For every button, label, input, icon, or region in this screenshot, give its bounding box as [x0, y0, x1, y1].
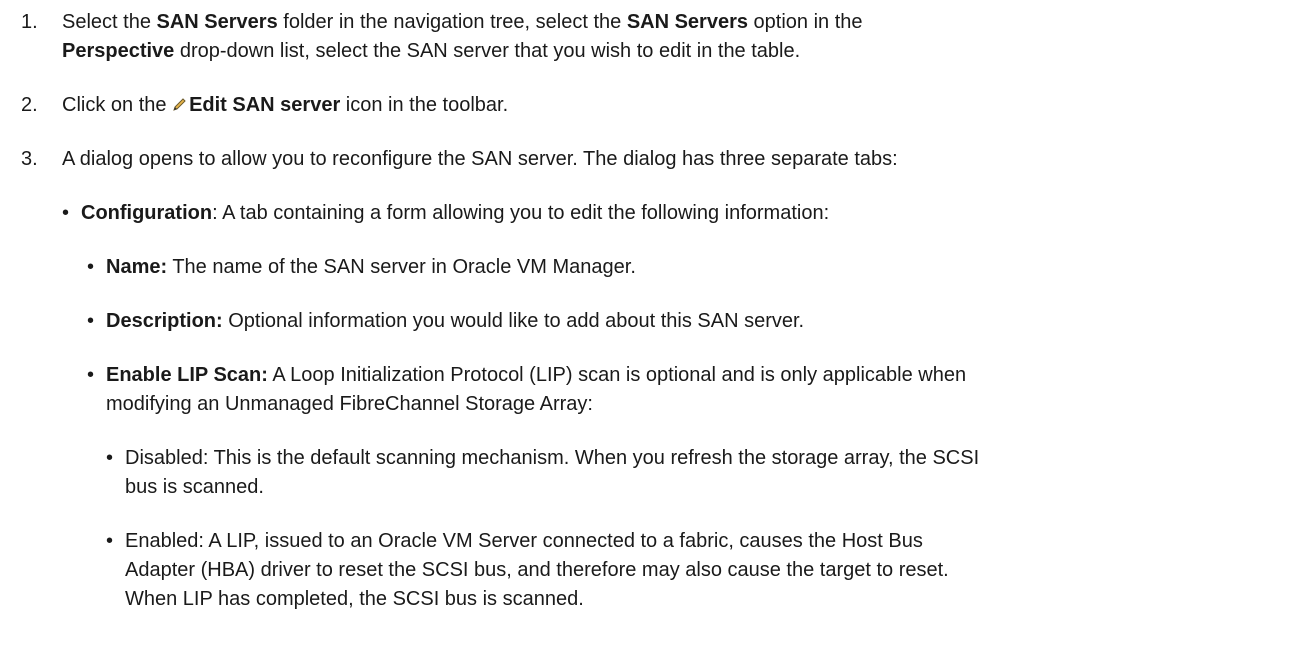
emphasis: Edit SAN server: [189, 94, 341, 116]
field-item-description: Description: Optional information you wo…: [106, 310, 805, 332]
lip-option-enabled-line-3: When LIP has completed, the SCSI bus is …: [125, 588, 584, 610]
bullet-icon: •: [87, 256, 95, 278]
emphasis: Description:: [106, 310, 223, 332]
tab-item-configuration: Configuration: A tab containing a form a…: [81, 202, 830, 224]
lip-option-disabled-line-1: Disabled: This is the default scanning m…: [125, 447, 980, 469]
step-number: 3.: [21, 148, 38, 170]
field-item-lip-scan-line-2: modifying an Unmanaged FibreChannel Stor…: [106, 393, 593, 415]
emphasis: SAN Servers: [626, 11, 748, 33]
step-2-line: Click on the Edit SAN server icon in the…: [62, 92, 509, 116]
step-1-line-2: Perspective drop-down list, select the S…: [62, 40, 801, 62]
step-3-line: A dialog opens to allow you to reconfigu…: [62, 148, 898, 170]
emphasis: SAN Servers: [156, 11, 278, 33]
documentation-page: 1. Select the SAN Servers folder in the …: [0, 0, 1292, 665]
field-item-name: Name: The name of the SAN server in Orac…: [106, 256, 636, 278]
step-number: 2.: [21, 94, 38, 116]
emphasis: Perspective: [62, 40, 175, 62]
pencil-icon: [172, 92, 187, 111]
bullet-icon: •: [106, 530, 114, 552]
lip-option-enabled-line-1: Enabled: A LIP, issued to an Oracle VM S…: [125, 530, 923, 552]
emphasis: Enable LIP Scan:: [106, 364, 268, 386]
lip-option-enabled-line-2: Adapter (HBA) driver to reset the SCSI b…: [125, 559, 949, 581]
lip-option-disabled-line-2: bus is scanned.: [125, 476, 264, 498]
bullet-icon: •: [62, 202, 70, 224]
field-item-lip-scan-line-1: Enable LIP Scan: A Loop Initialization P…: [106, 364, 967, 386]
bullet-icon: •: [87, 364, 95, 386]
step-1-line-1: Select the SAN Servers folder in the nav…: [62, 11, 863, 33]
emphasis: Name:: [106, 256, 168, 278]
bullet-icon: •: [87, 310, 95, 332]
emphasis: Configuration: [81, 202, 213, 224]
bullet-icon: •: [106, 447, 114, 469]
step-number: 1.: [21, 11, 38, 33]
